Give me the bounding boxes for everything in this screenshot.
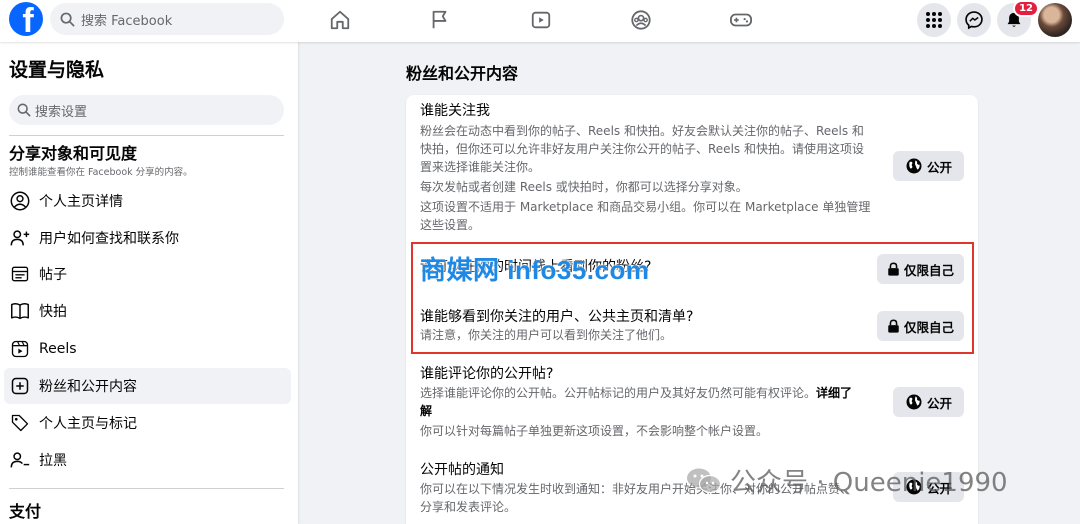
tag-icon: [9, 412, 31, 434]
comment-privacy-button[interactable]: 公开: [893, 387, 964, 417]
section-title-payments: 支付: [9, 502, 42, 521]
who-can-follow-desc: 粉丝会在动态中看到你的帖子、Reels 和快拍。好友会默认关注你的帖子、Reel…: [420, 124, 871, 232]
following-privacy-button[interactable]: 仅限自己: [877, 311, 964, 341]
sidebar-item-label: 帖子: [39, 267, 67, 283]
sidebar-title: 设置与隐私: [9, 59, 105, 81]
plus-square-icon: [9, 375, 31, 397]
menu-grid-icon[interactable]: [917, 3, 951, 37]
sidebar-divider: [9, 135, 284, 136]
reels-icon: [9, 338, 31, 360]
sidebar-item-label: 用户如何查找和联系你: [39, 231, 179, 247]
lock-icon: [888, 262, 899, 276]
sidebar-item-label: 快拍: [39, 304, 67, 320]
public-post-notifications-title: 公开帖的通知: [420, 462, 504, 478]
section-subtitle-sharing: 控制谁能查看你在 Facebook 分享的内容。: [9, 167, 193, 178]
sidebar-item-label: 粉丝和公开内容: [39, 379, 137, 395]
sidebar-item-posts[interactable]: 帖子: [4, 256, 291, 292]
sidebar-item-label: 个人主页与标记: [39, 416, 137, 432]
avatar[interactable]: [1038, 3, 1072, 37]
block-user-icon: [9, 449, 31, 471]
sidebar-item-profile-details[interactable]: 个人主页详情: [4, 183, 291, 219]
settings-sidebar: 设置与隐私 搜索设置 分享对象和可见度 控制谁能查看你在 Facebook 分享…: [0, 42, 298, 524]
wechat-icon: [687, 468, 722, 493]
sidebar-item-stories[interactable]: 快拍: [4, 293, 291, 329]
groups-icon[interactable]: [629, 8, 653, 32]
facebook-logo[interactable]: f: [9, 2, 43, 36]
sidebar-item-reels[interactable]: Reels: [4, 331, 291, 367]
sidebar-item-profile-tagging[interactable]: 个人主页与标记: [4, 405, 291, 441]
settings-search-input[interactable]: 搜索设置: [9, 95, 284, 125]
globe-icon: [906, 394, 922, 410]
who-can-see-following-desc: 请注意，你关注的用户可以看到你关注了他们。: [420, 328, 673, 342]
sidebar-item-label: 拉黑: [39, 453, 67, 469]
messenger-icon[interactable]: [957, 3, 991, 37]
wechat-watermark: 公众号 · Queenie1990: [686, 462, 1008, 499]
sidebar-divider: [9, 488, 284, 489]
globe-icon: [906, 158, 922, 174]
who-can-follow-title: 谁能关注我: [420, 103, 490, 119]
post-icon: [9, 263, 31, 285]
sidebar-item-blocking[interactable]: 拉黑: [4, 442, 291, 478]
sidebar-item-label: Reels: [39, 341, 77, 357]
search-icon: [17, 103, 31, 117]
site-watermark: 商媒网 info35.com: [420, 255, 650, 285]
who-can-see-following-title: 谁能够看到你关注的用户、公共主页和清单?: [420, 309, 694, 325]
search-placeholder: 搜索 Facebook: [81, 13, 173, 29]
who-can-comment-title: 谁能评论你的公开帖?: [420, 366, 554, 382]
user-circle-icon: [9, 190, 31, 212]
learn-more-link-cont[interactable]: 解: [420, 404, 432, 418]
page-title: 粉丝和公开内容: [406, 64, 519, 83]
followers-privacy-button[interactable]: 仅限自己: [877, 254, 964, 284]
flag-icon[interactable]: [428, 8, 452, 32]
book-icon: [9, 300, 31, 322]
sidebar-item-label: 个人主页详情: [39, 194, 123, 210]
home-icon[interactable]: [328, 8, 352, 32]
follow-privacy-button[interactable]: 公开: [893, 151, 964, 181]
video-icon[interactable]: [529, 8, 553, 32]
notification-badge: 12: [1013, 0, 1039, 17]
gaming-icon[interactable]: [729, 8, 753, 32]
user-add-icon: [9, 227, 31, 249]
notifications-button[interactable]: 12: [997, 0, 1039, 37]
learn-more-link[interactable]: 详细了: [816, 386, 852, 400]
sidebar-item-followers-public[interactable]: 粉丝和公开内容: [4, 368, 291, 404]
facebook-search-input[interactable]: 搜索 Facebook: [50, 3, 284, 35]
who-can-comment-desc: 选择谁能评论你的公开帖。公开帖标记的用户及其好友仍然可能有权评论。详细了 解 你…: [420, 386, 853, 438]
lock-icon: [888, 319, 899, 333]
section-title-sharing: 分享对象和可见度: [9, 144, 138, 163]
search-icon: [60, 12, 75, 26]
settings-search-placeholder: 搜索设置: [35, 104, 88, 120]
top-navigation-bar: f 搜索 Facebook 12: [0, 0, 1080, 42]
sidebar-item-find-contact[interactable]: 用户如何查找和联系你: [4, 220, 291, 256]
